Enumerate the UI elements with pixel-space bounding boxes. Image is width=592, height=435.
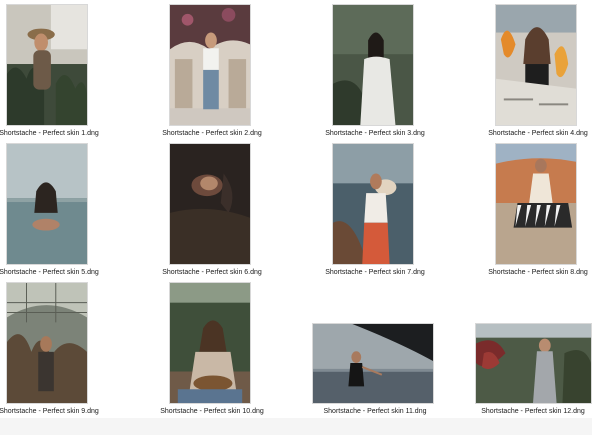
- photo-thumbnail-icon[interactable]: [169, 4, 251, 126]
- file-grid: Shortstache - Perfect skin 1.dng Shortst…: [0, 0, 592, 435]
- file-item[interactable]: Shortstache - Perfect skin 8.dng: [488, 143, 592, 278]
- empty-area: [0, 418, 592, 435]
- photo-thumbnail-icon[interactable]: [169, 282, 251, 404]
- file-name-label: Shortstache - Perfect skin 9.dng: [0, 408, 99, 415]
- file-item[interactable]: Shortstache - Perfect skin 11.dng: [306, 282, 436, 417]
- file-name-label: Shortstache - Perfect skin 4.dng: [488, 130, 588, 137]
- file-name-label: Shortstache - Perfect skin 2.dng: [162, 130, 262, 137]
- photo-thumbnail-icon[interactable]: [312, 323, 434, 404]
- photo-thumbnail-icon[interactable]: [332, 143, 414, 265]
- photo-thumbnail-icon[interactable]: [495, 4, 577, 126]
- file-name-label: Shortstache - Perfect skin 11.dng: [323, 408, 427, 415]
- file-item[interactable]: Shortstache - Perfect skin 10.dng: [160, 282, 293, 417]
- file-name-label: Shortstache - Perfect skin 10.dng: [160, 408, 264, 415]
- file-item[interactable]: Shortstache - Perfect skin 4.dng: [488, 4, 592, 139]
- photo-thumbnail-icon[interactable]: [6, 282, 88, 404]
- file-item[interactable]: Shortstache - Perfect skin 6.dng: [162, 143, 293, 278]
- file-name-label: Shortstache - Perfect skin 12.dng: [481, 408, 585, 415]
- file-item[interactable]: Shortstache - Perfect skin 3.dng: [325, 4, 456, 139]
- file-name-label: Shortstache - Perfect skin 5.dng: [0, 269, 99, 276]
- photo-thumbnail-icon[interactable]: [169, 143, 251, 265]
- photo-thumbnail-icon[interactable]: [495, 143, 577, 265]
- file-item[interactable]: Shortstache - Perfect skin 7.dng: [325, 143, 456, 278]
- file-name-label: Shortstache - Perfect skin 8.dng: [488, 269, 588, 276]
- file-item[interactable]: Shortstache - Perfect skin 12.dng: [469, 282, 592, 417]
- file-name-label: Shortstache - Perfect skin 6.dng: [162, 269, 262, 276]
- photo-thumbnail-icon[interactable]: [475, 323, 592, 404]
- file-name-label: Shortstache - Perfect skin 1.dng: [0, 130, 99, 137]
- file-item[interactable]: Shortstache - Perfect skin 2.dng: [162, 4, 293, 139]
- file-item[interactable]: Shortstache - Perfect skin 1.dng: [0, 4, 130, 139]
- photo-thumbnail-icon[interactable]: [332, 4, 414, 126]
- file-item[interactable]: Shortstache - Perfect skin 9.dng: [0, 282, 130, 417]
- photo-thumbnail-icon[interactable]: [6, 143, 88, 265]
- file-item[interactable]: Shortstache - Perfect skin 5.dng: [0, 143, 130, 278]
- file-name-label: Shortstache - Perfect skin 3.dng: [325, 130, 425, 137]
- file-name-label: Shortstache - Perfect skin 7.dng: [325, 269, 425, 276]
- photo-thumbnail-icon[interactable]: [6, 4, 88, 126]
